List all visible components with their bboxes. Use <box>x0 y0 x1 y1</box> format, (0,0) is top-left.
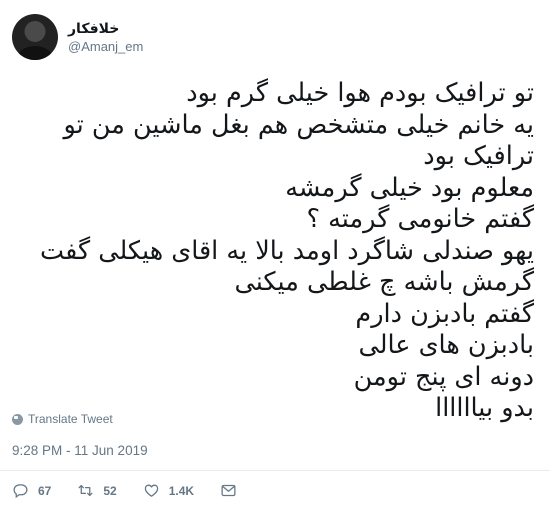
tweet-line: بادبزن های عالی <box>358 330 534 360</box>
tweet-line: گفتم بادبزن دارم <box>355 298 534 329</box>
reply-count: 67 <box>38 483 52 498</box>
tweet-line: معلوم بود خیلی گرمشه <box>285 172 534 203</box>
tweet-line: یهو صندلی شاگرد اومد بالا یه اقای هیکلی … <box>40 235 534 266</box>
author-display-name[interactable]: خلافکار <box>68 21 143 37</box>
retweet-button[interactable]: 52 <box>77 482 117 499</box>
reply-button[interactable]: 67 <box>12 482 51 499</box>
message-button[interactable] <box>220 482 246 499</box>
tweet-text: تو ترافیک بودم هوا خیلی گرم بود یه خانم … <box>24 78 534 425</box>
tweet-line: یه خانم خیلی متشخص هم بغل ماشین من تو <box>63 109 534 140</box>
reply-icon <box>13 484 28 499</box>
retweet-icon <box>78 484 93 497</box>
tweet-line: گرمش باشه چ غلطی میکنی <box>234 267 534 297</box>
like-count: 1.4K <box>168 483 195 498</box>
tweet-line: تو ترافیک بودم هوا خیلی گرم بود <box>186 78 534 108</box>
like-icon <box>144 484 158 497</box>
message-icon <box>221 484 236 497</box>
translate-label: Translate Tweet <box>28 412 113 426</box>
like-button[interactable]: 1.4K <box>143 482 194 499</box>
tweet-line: دونه ای پنج تومن <box>353 361 534 392</box>
tweet-timestamp[interactable]: 9:28 PM - 11 Jun 2019 <box>12 443 148 458</box>
divider <box>0 470 550 471</box>
retweet-count: 52 <box>103 483 117 498</box>
translate-tweet-link[interactable]: Translate Tweet <box>12 412 113 426</box>
avatar[interactable] <box>12 14 58 60</box>
tweet-line: ترافیک بود <box>423 141 534 171</box>
author-handle[interactable]: @Amanj_em <box>68 39 143 54</box>
tweet-header: خلافکار @Amanj_em <box>12 12 143 62</box>
tweet-actions: 67 52 1.4K <box>12 482 272 499</box>
tweet-line: گفتم خانومی گرمته ؟ <box>306 204 534 234</box>
globe-icon <box>12 413 23 425</box>
author-names: خلافکار @Amanj_em <box>68 21 143 54</box>
